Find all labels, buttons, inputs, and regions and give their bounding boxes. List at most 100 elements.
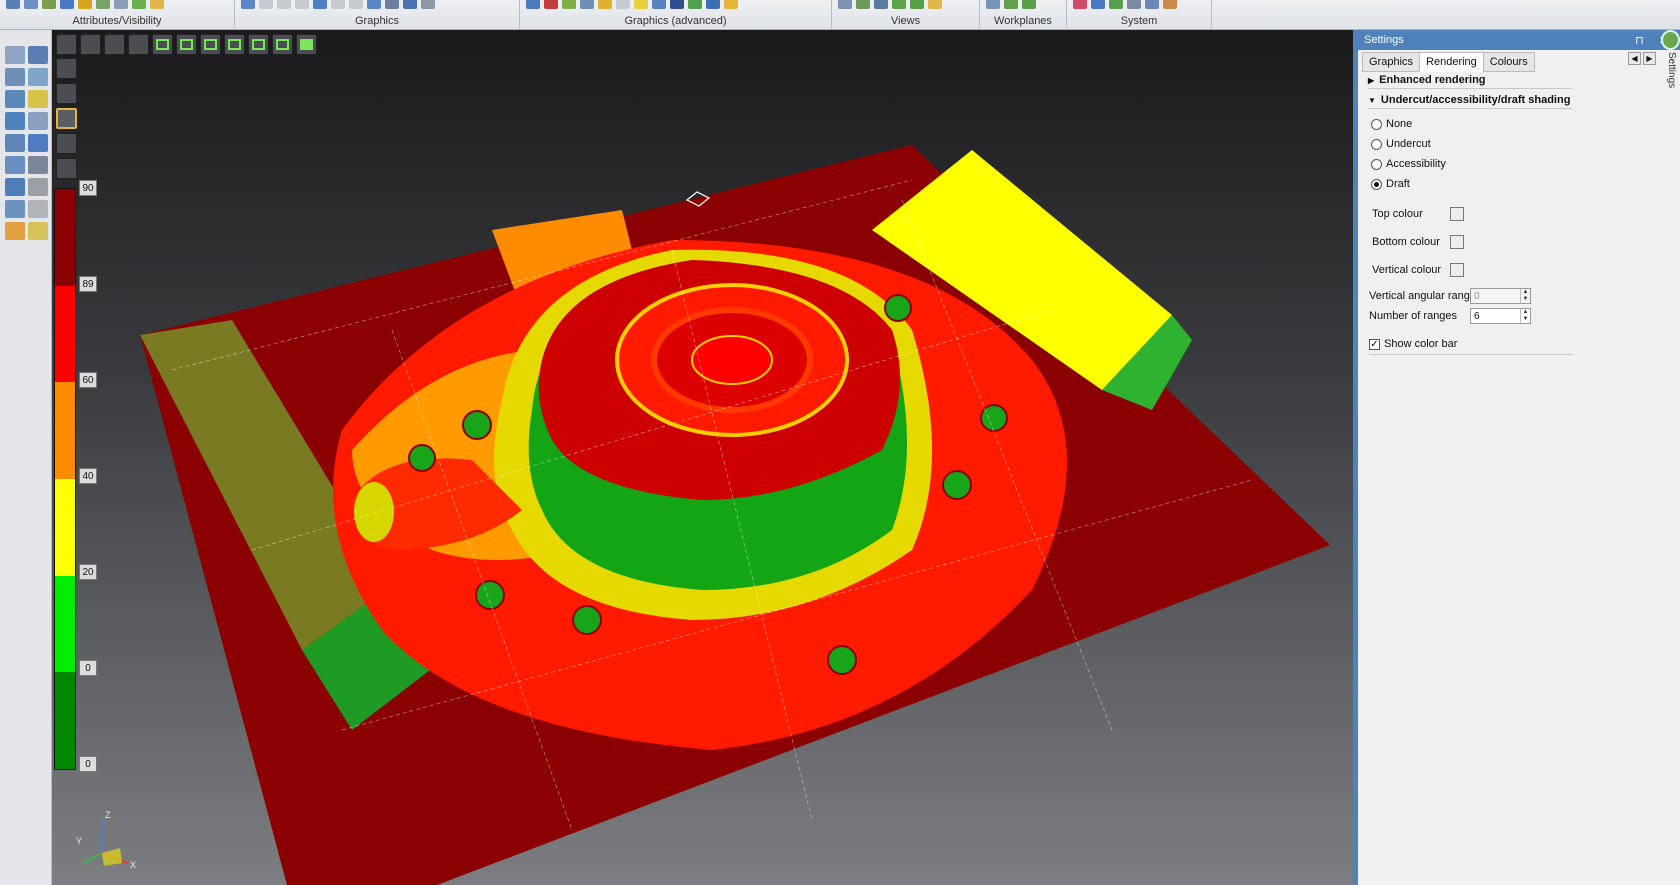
number-of-ranges-input[interactable]: 6 ▲ ▼ — [1470, 308, 1531, 324]
view-front-icon[interactable] — [80, 34, 101, 55]
ribbon-group-graphics-advanced: Graphics (advanced) — [520, 0, 832, 30]
radio-draft[interactable]: Draft — [1371, 178, 1410, 190]
tab-colours[interactable]: Colours — [1482, 52, 1535, 72]
plane-tool-icon[interactable] — [28, 134, 48, 152]
view-iso4-icon[interactable] — [224, 34, 245, 55]
surface-tool-icon[interactable] — [5, 90, 25, 108]
radio-label: Undercut — [1386, 138, 1431, 150]
edit-tool-icon[interactable] — [28, 90, 48, 108]
ribbon-group-label: Graphics — [354, 15, 400, 27]
section-undercut-shading[interactable]: ▼ Undercut/accessibility/draft shading — [1368, 94, 1572, 109]
tab-rendering[interactable]: Rendering — [1419, 52, 1484, 72]
ribbon-group-system: System — [1067, 0, 1212, 30]
workplanes-icons[interactable] — [986, 0, 1036, 12]
color-bar-tick-label: 0 — [79, 756, 97, 772]
app-status-icon[interactable] — [1661, 30, 1680, 50]
ribbon-group-attributes: Attributes/Visibility — [0, 0, 235, 30]
spin-value: 6 — [1474, 311, 1480, 322]
bottom-colour-swatch[interactable] — [1450, 235, 1464, 249]
pencil-tool-icon[interactable] — [28, 112, 48, 130]
graphics-icons[interactable] — [241, 0, 435, 12]
show-color-bar-checkbox[interactable]: ✓ Show color bar — [1369, 338, 1573, 355]
folder-tool-icon[interactable] — [28, 222, 48, 240]
layer-tool-icon[interactable] — [5, 134, 25, 152]
section-label: Undercut/accessibility/draft shading — [1380, 94, 1571, 106]
color-band — [55, 479, 75, 576]
shade-draft-icon[interactable] — [56, 108, 77, 129]
top-colour-swatch[interactable] — [1450, 207, 1464, 221]
color-band — [55, 382, 75, 480]
system-icons[interactable] — [1073, 0, 1177, 12]
radio-none[interactable]: None — [1371, 118, 1412, 130]
view-menu-icon[interactable] — [56, 34, 77, 55]
views-icons[interactable] — [838, 0, 942, 12]
view-iso1-icon[interactable] — [152, 34, 173, 55]
section-label: Enhanced rendering — [1379, 74, 1486, 86]
view-zoom-icon[interactable] — [104, 34, 125, 55]
settings-tool-icon[interactable] — [5, 222, 25, 240]
radio-circle[interactable] — [1371, 138, 1382, 150]
tab-graphics[interactable]: Graphics — [1362, 52, 1421, 72]
left-toolbar — [0, 30, 52, 885]
measure-tool-icon[interactable] — [28, 178, 48, 196]
view-iso5-icon[interactable] — [248, 34, 269, 55]
view-iso6-icon[interactable] — [272, 34, 293, 55]
shade-plain-icon[interactable] — [56, 133, 77, 154]
shade-solid-icon[interactable] — [56, 83, 77, 104]
color-bar-tick-label: 20 — [79, 564, 97, 580]
graphics-advanced-icons[interactable] — [526, 0, 738, 12]
box-tool-icon[interactable] — [5, 68, 25, 86]
tab-scroll-left-icon[interactable]: ◀ — [1628, 52, 1641, 65]
radio-circle[interactable] — [1371, 178, 1382, 190]
settings-side-tab[interactable]: Settings — [1663, 52, 1677, 112]
select-tool-icon[interactable] — [5, 46, 25, 64]
color-bar-tick-label: 89 — [79, 276, 97, 292]
axis-triad-icon: Z X Y — [76, 810, 136, 870]
checkbox-check-icon[interactable]: ✓ — [1369, 338, 1380, 350]
spinner-arrows-icon[interactable]: ▲ ▼ — [1520, 289, 1530, 303]
radio-circle[interactable] — [1371, 158, 1382, 170]
ribbon-group-label: Attributes/Visibility — [72, 15, 162, 27]
bottom-colour-row: Bottom colour — [1372, 235, 1464, 249]
ribbon-toolbar: Attributes/Visibility Graphics Graphics … — [0, 0, 1680, 30]
transform-tool-icon[interactable] — [5, 112, 25, 130]
radio-accessibility[interactable]: Accessibility — [1371, 158, 1446, 170]
collapse-arrow-icon: ▼ — [1368, 95, 1376, 105]
shade-trash-icon[interactable] — [56, 158, 77, 179]
color-bar-tick-label: 60 — [79, 372, 97, 388]
tab-scroll-right-icon[interactable]: ▶ — [1643, 52, 1656, 65]
axis-x-label: X — [130, 860, 136, 870]
vertical-colour-label: Vertical colour — [1372, 264, 1442, 276]
ribbon-group-label: Workplanes — [994, 15, 1052, 27]
spinner-arrows-icon[interactable]: ▲ ▼ — [1520, 309, 1530, 323]
help-tool-icon[interactable] — [5, 178, 25, 196]
attributes-icons[interactable] — [6, 0, 164, 12]
gear-icon[interactable] — [28, 200, 48, 218]
view-iso7-icon[interactable] — [296, 34, 317, 55]
view-iso2-icon[interactable] — [176, 34, 197, 55]
view-toolbar — [56, 34, 317, 55]
wire-tool-icon[interactable] — [28, 46, 48, 64]
3d-viewport[interactable]: 90 89 60 40 20 0 0 Z X Y — [52, 30, 1353, 885]
view-iso3-icon[interactable] — [200, 34, 221, 55]
vertical-colour-swatch[interactable] — [1450, 263, 1464, 277]
top-colour-label: Top colour — [1372, 208, 1423, 220]
radio-label: Draft — [1386, 178, 1410, 190]
settings-title-bar: Settings ⊓ ✕ — [1358, 30, 1680, 50]
ribbon-group-label: Graphics (advanced) — [624, 15, 727, 27]
view-axes-icon[interactable] — [128, 34, 149, 55]
solid-tool-icon[interactable] — [28, 156, 48, 174]
section-enhanced-rendering[interactable]: ▶ Enhanced rendering — [1368, 74, 1572, 89]
probe-tool-icon[interactable] — [5, 200, 25, 218]
radio-circle[interactable] — [1371, 118, 1382, 130]
ribbon-group-label: Views — [890, 15, 921, 27]
settings-tabs: Graphics Rendering Colours — [1362, 52, 1535, 72]
radio-undercut[interactable]: Undercut — [1371, 138, 1431, 150]
curve-tool-icon[interactable] — [28, 68, 48, 86]
shading-toolbar — [56, 58, 77, 179]
vertical-angular-range-input[interactable]: 0 ▲ ▼ — [1470, 288, 1531, 304]
shade-wire-icon[interactable] — [56, 58, 77, 79]
color-bar-tick-label: 90 — [79, 180, 97, 196]
show-color-bar-label: Show color bar — [1384, 338, 1458, 350]
rotate-tool-icon[interactable] — [5, 156, 25, 174]
